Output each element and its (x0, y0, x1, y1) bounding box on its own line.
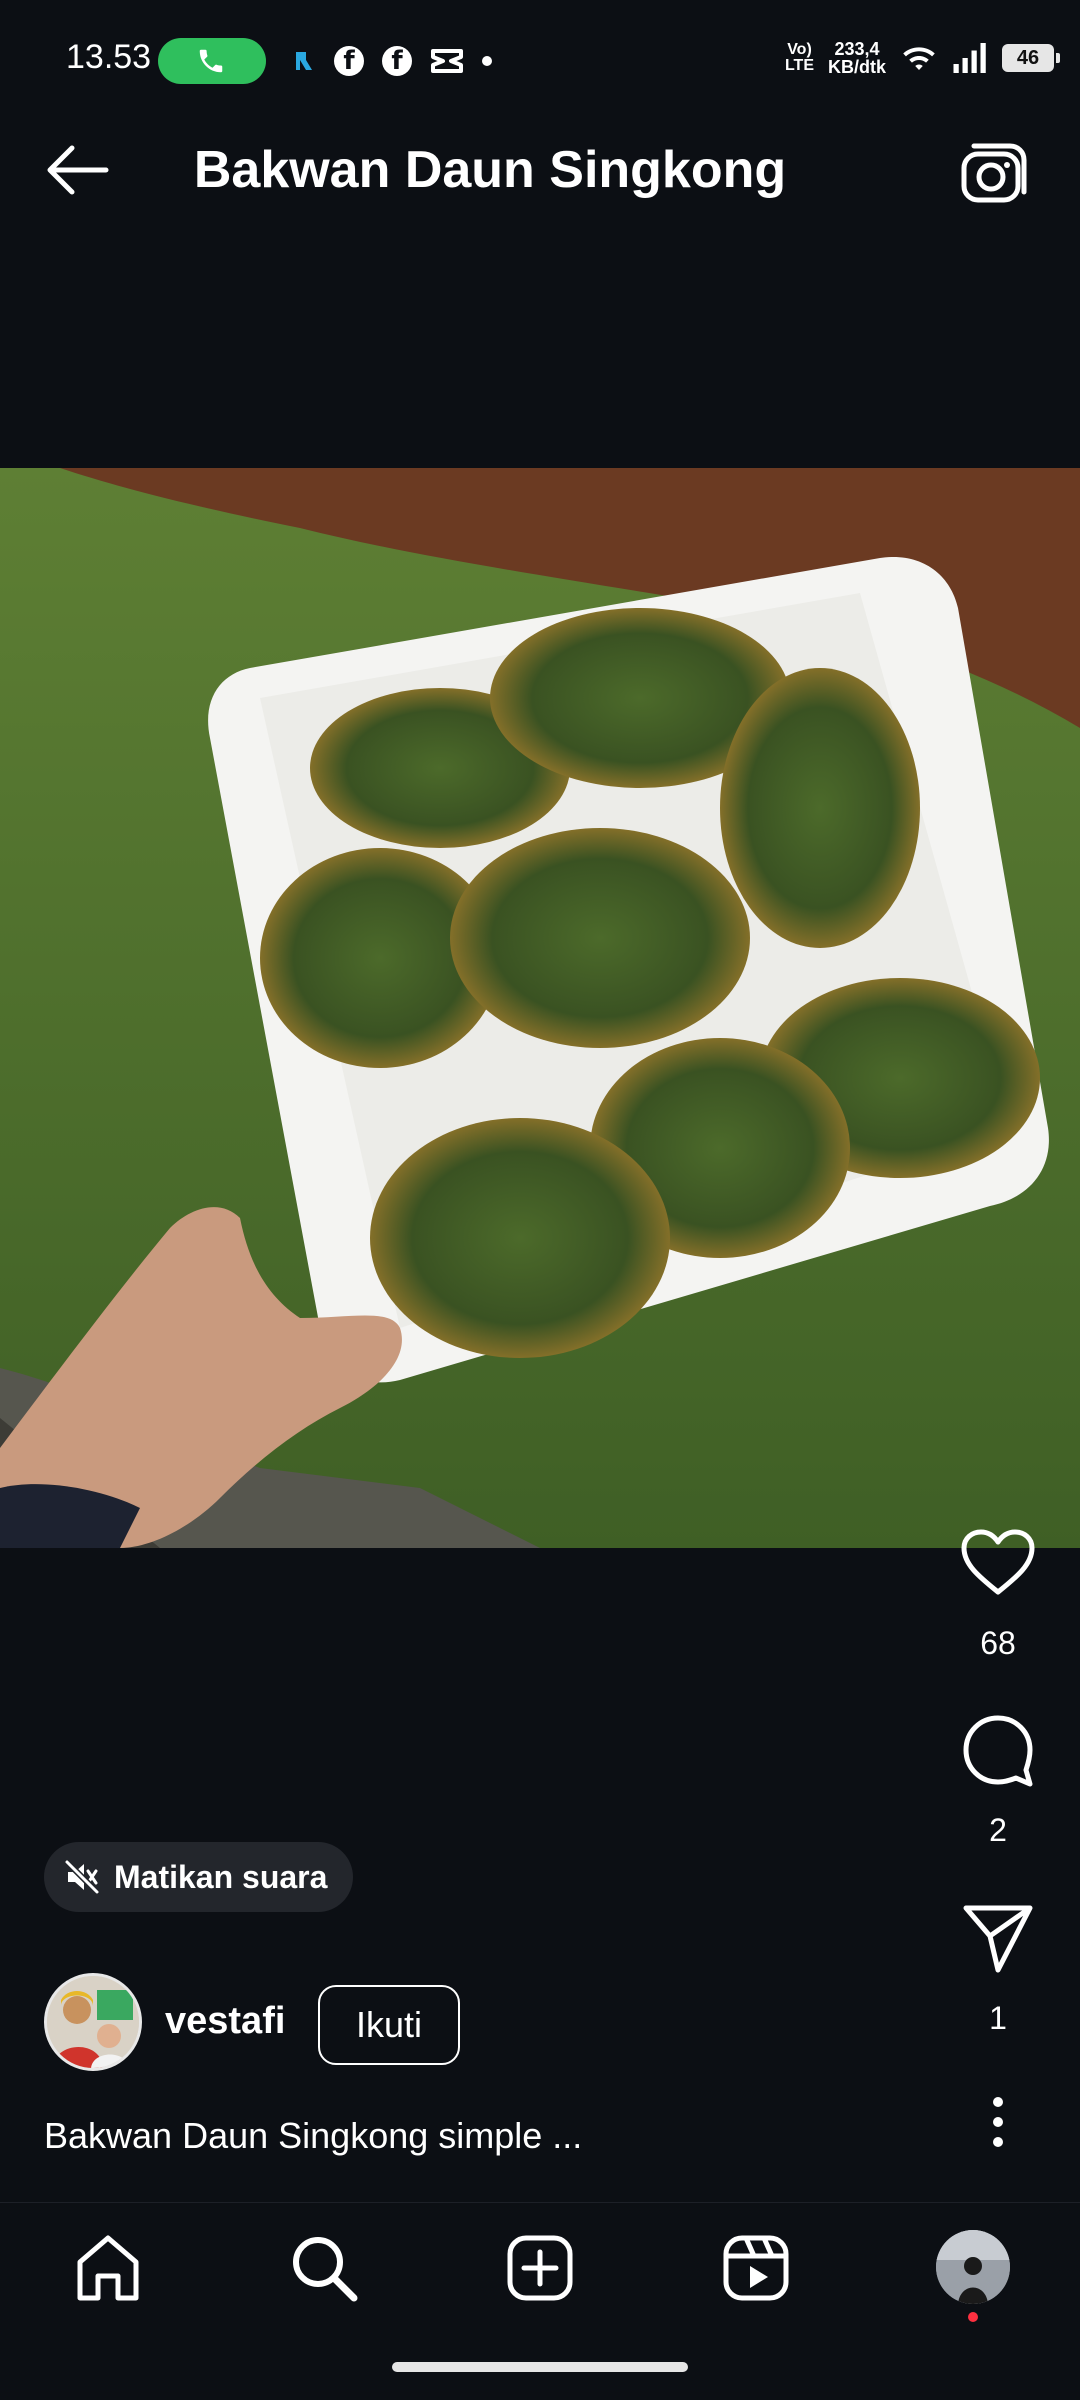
notification-dot (968, 2312, 978, 2322)
home-icon (77, 2235, 139, 2301)
more-vertical-icon (993, 2097, 1003, 2147)
author-avatar-image (47, 1976, 139, 2068)
speaker-muted-icon (64, 1859, 100, 1895)
send-icon (963, 1905, 1033, 1973)
wifi-icon (903, 47, 935, 70)
phone-icon (199, 49, 223, 73)
reels-icon (723, 2235, 789, 2301)
network-speed: 233,4 KB/dtk (828, 39, 886, 77)
profile-avatar-image (936, 2230, 1010, 2304)
page-title: Bakwan Daun Singkong (193, 141, 787, 199)
nav-home[interactable] (70, 2230, 146, 2306)
share-count: 1 (989, 2000, 1007, 2036)
ongoing-call-indicator[interactable] (158, 38, 266, 84)
follow-button[interactable]: Ikuti (318, 1985, 460, 2065)
mute-sound-button[interactable]: Matikan suara (44, 1842, 354, 1912)
search-icon (293, 2237, 358, 2302)
like-count: 68 (980, 1625, 1016, 1661)
post-media-photo[interactable] (0, 468, 1080, 1548)
author-username[interactable]: vestafi (165, 2000, 285, 2043)
system-status-icons: Vo) LTE 233,4 KB/dtk 46 (784, 39, 1060, 77)
comment-icon (963, 1715, 1033, 1787)
signal-icon (953, 43, 986, 73)
nav-create-post[interactable] (502, 2230, 578, 2306)
nav-search[interactable] (286, 2230, 362, 2306)
battery-indicator: 46 (1002, 44, 1060, 72)
like-button[interactable] (958, 1524, 1038, 1604)
volte-indicator: Vo) LTE (784, 41, 814, 74)
more-notifications-dot (482, 56, 492, 66)
status-bar: 13.53 f f Vo) LTE 233,4 KB/dtk 46 (0, 0, 1080, 95)
plus-square-icon (507, 2235, 573, 2301)
facebook-icon: f (382, 46, 412, 76)
post-photo (0, 468, 1080, 1548)
home-gesture-bar[interactable] (392, 2362, 688, 2372)
notification-icons: f f (292, 46, 492, 76)
capcut-icon (431, 49, 463, 73)
comment-button[interactable] (958, 1710, 1038, 1790)
camera-button[interactable] (958, 140, 1028, 206)
status-time: 13.53 (66, 38, 152, 76)
nav-reels[interactable] (718, 2230, 794, 2306)
facebook-icon: f (334, 46, 364, 76)
heart-icon (961, 1529, 1035, 1595)
comment-count: 2 (989, 1812, 1007, 1848)
share-button[interactable] (958, 1898, 1038, 1978)
app-notification-icon (296, 52, 312, 70)
camera-icon (961, 143, 1027, 203)
post-caption[interactable]: Bakwan Daun Singkong simple ... (44, 2115, 582, 2157)
author-avatar[interactable] (44, 1973, 142, 2071)
nav-profile[interactable] (936, 2230, 1010, 2304)
mute-sound-label: Matikan suara (114, 1858, 328, 1895)
more-options-button[interactable] (958, 2082, 1038, 2162)
